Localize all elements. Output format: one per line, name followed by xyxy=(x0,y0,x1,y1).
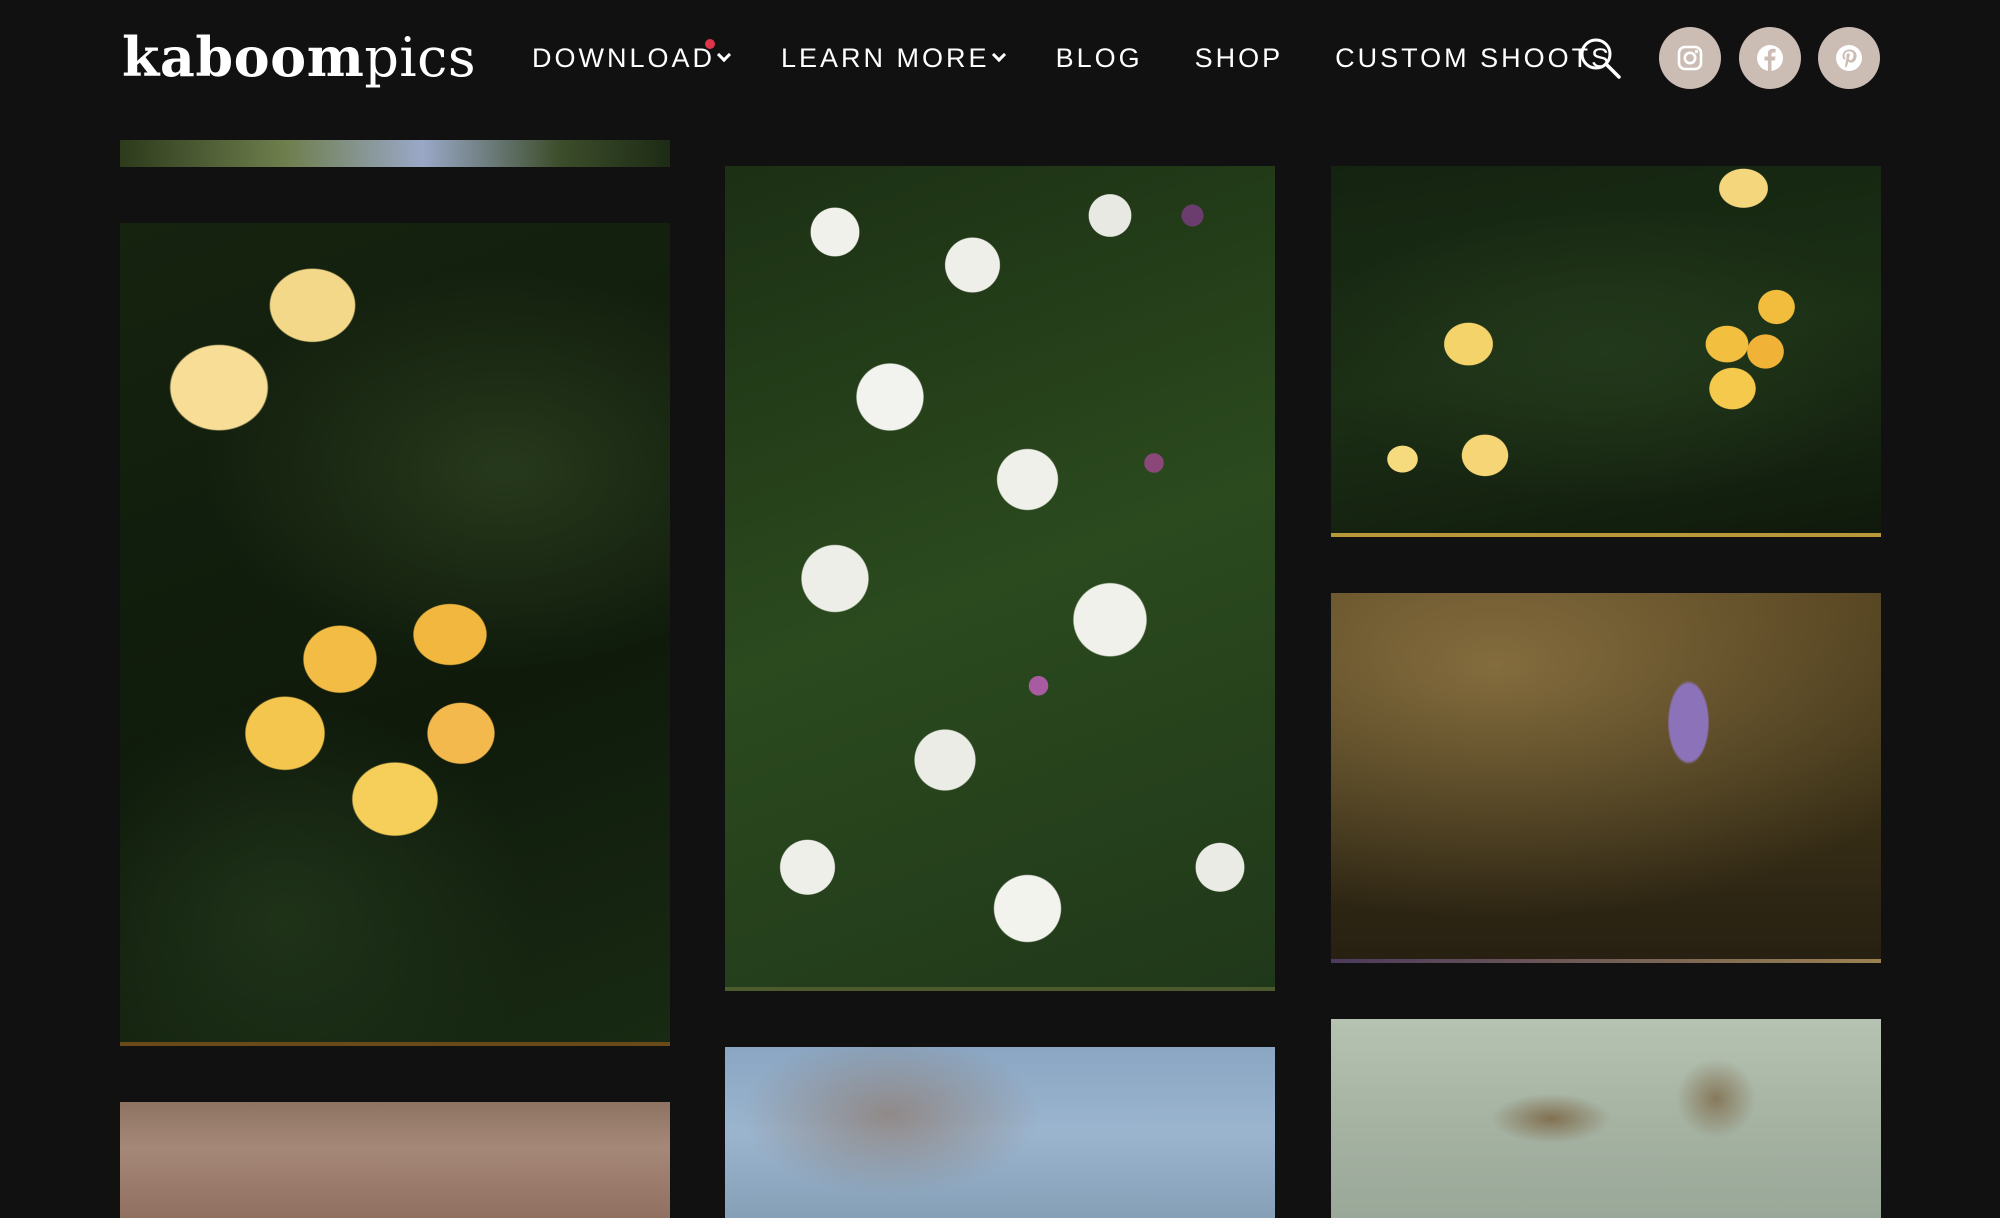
photo-tile[interactable] xyxy=(120,140,670,167)
photo-tile[interactable] xyxy=(1331,1019,1881,1218)
main-nav: DOWNLOAD LEARN MORE BLOG SHOP CUSTOM SHO… xyxy=(532,38,1664,78)
site-header: kaboompics DOWNLOAD LEARN MORE BLOG SHOP… xyxy=(0,0,2000,116)
logo-light: pics xyxy=(364,26,477,89)
facebook-icon xyxy=(1757,45,1783,71)
chevron-down-icon xyxy=(991,47,1006,63)
photo-tile[interactable] xyxy=(120,1102,670,1218)
nav-blog[interactable]: BLOG xyxy=(1056,43,1143,74)
nav-shop-label: SHOP xyxy=(1194,42,1284,73)
nav-learn-more-label: LEARN MORE xyxy=(781,42,990,73)
pinterest-icon xyxy=(1836,45,1862,71)
pinterest-button[interactable] xyxy=(1818,27,1880,89)
nav-blog-label: BLOG xyxy=(1055,42,1143,73)
nav-learn-more[interactable]: LEARN MORE xyxy=(781,42,1006,74)
photo-tile[interactable] xyxy=(120,223,670,1046)
tile-accent-bar xyxy=(725,987,1275,991)
tile-accent-bar xyxy=(1331,959,1881,963)
photo-tile[interactable] xyxy=(1331,593,1881,963)
photo-tile[interactable] xyxy=(1331,166,1881,537)
chevron-down-icon xyxy=(716,47,732,63)
instagram-icon xyxy=(1677,45,1703,71)
nav-custom-shoots-label: CUSTOM SHOOTS xyxy=(1335,42,1613,73)
nav-shop[interactable]: SHOP xyxy=(1195,43,1284,74)
photo-tile[interactable] xyxy=(725,166,1275,991)
notification-dot xyxy=(705,38,716,49)
site-logo[interactable]: kaboompics xyxy=(122,22,476,93)
tile-accent-bar xyxy=(120,1042,670,1046)
tile-accent-bar xyxy=(1331,533,1881,537)
facebook-button[interactable] xyxy=(1739,27,1801,89)
search-icon[interactable] xyxy=(1578,36,1622,80)
nav-download-label: DOWNLOAD xyxy=(532,42,716,73)
nav-custom-shoots[interactable]: CUSTOM SHOOTS xyxy=(1335,43,1612,74)
nav-download[interactable]: DOWNLOAD xyxy=(532,38,732,74)
instagram-button[interactable] xyxy=(1659,27,1721,89)
logo-bold: kaboom xyxy=(122,25,365,89)
photo-tile[interactable] xyxy=(725,1047,1275,1218)
